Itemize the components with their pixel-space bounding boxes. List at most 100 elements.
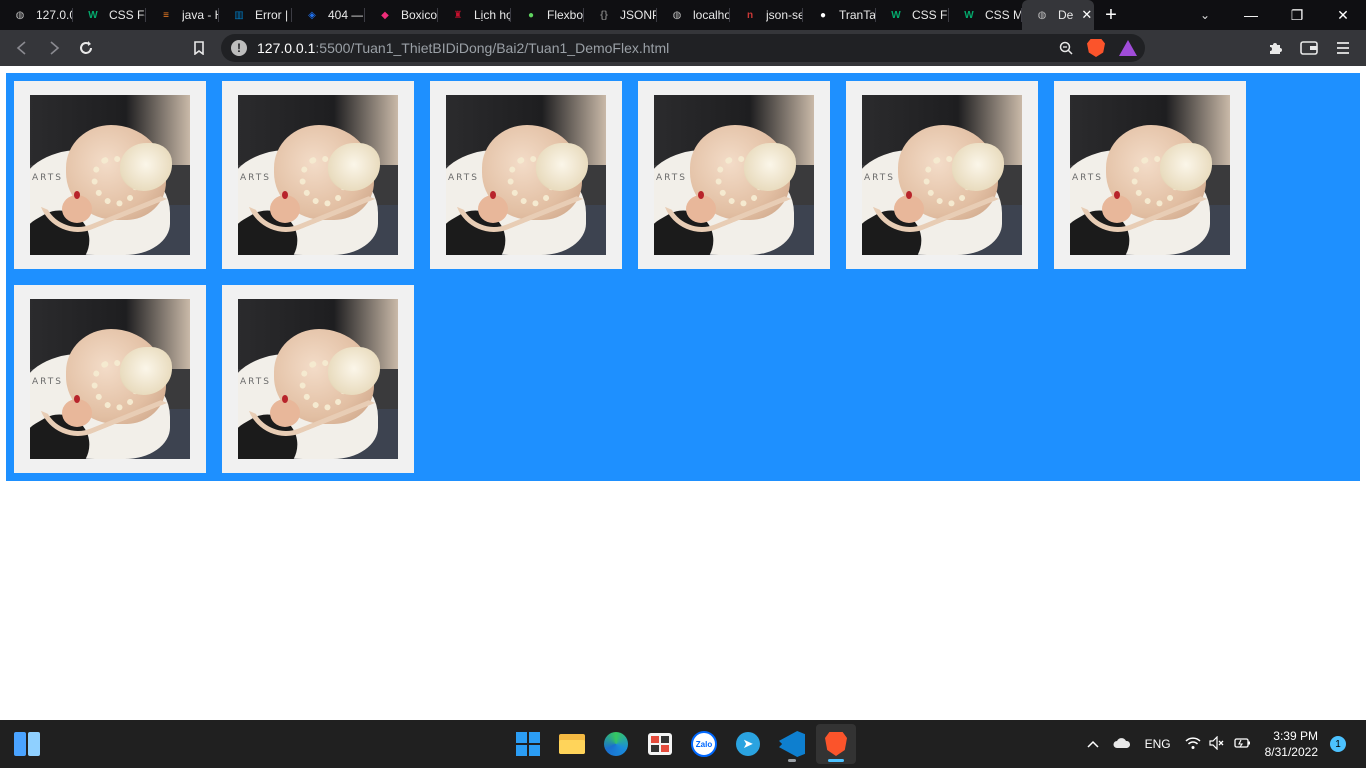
tiles-app-button[interactable]	[640, 724, 680, 764]
browser-tab[interactable]: ▥ Error |	[219, 0, 292, 30]
trello-icon: ▥	[234, 9, 244, 21]
browser-tab[interactable]: ♜ Lịch họ	[438, 0, 511, 30]
w3schools-icon: W	[88, 9, 98, 21]
tab-title: 404 —	[328, 8, 364, 22]
widgets-icon[interactable]	[14, 732, 42, 756]
new-tab-button[interactable]: +	[1094, 0, 1128, 30]
brave-button[interactable]	[816, 724, 856, 764]
product-image: ARTS	[238, 95, 398, 255]
file-explorer-button[interactable]	[552, 724, 592, 764]
browser-tab[interactable]: W CSS Fle	[876, 0, 949, 30]
product-image: ARTS	[30, 95, 190, 255]
start-button[interactable]	[508, 724, 548, 764]
product-image: ARTS	[446, 95, 606, 255]
frog-icon: ●	[527, 9, 535, 21]
reload-button[interactable]	[70, 32, 102, 64]
browser-tab[interactable]: n json-se	[730, 0, 803, 30]
photo-text: ARTS	[656, 173, 687, 183]
extensions-icon[interactable]	[1258, 30, 1292, 66]
tab-title: Lịch họ	[474, 8, 511, 22]
active-indicator	[828, 759, 844, 762]
site-info-icon[interactable]: !	[231, 40, 247, 56]
tab-title: CSS Fo	[109, 8, 146, 22]
window-controls: — ❐ ✕	[1228, 0, 1366, 30]
clock-time: 3:39 PM	[1273, 729, 1318, 743]
notification-badge[interactable]: 1	[1330, 736, 1346, 752]
telegram-button[interactable]: ➤	[728, 724, 768, 764]
edge-button[interactable]	[596, 724, 636, 764]
browser-tab[interactable]: ◆ Boxico	[365, 0, 438, 30]
tab-title: CSS M	[985, 8, 1022, 22]
w3schools-icon: W	[964, 9, 974, 21]
tab-title: De	[1058, 8, 1074, 22]
close-tab-icon[interactable]: ✕	[1081, 7, 1092, 23]
minimize-button[interactable]: —	[1228, 0, 1274, 30]
jsonplaceholder-icon: {}	[600, 9, 608, 21]
tab-title: TranTar	[839, 8, 876, 22]
wifi-icon[interactable]	[1185, 736, 1201, 753]
onedrive-icon[interactable]	[1113, 737, 1131, 752]
brave-rewards-icon[interactable]	[1119, 40, 1137, 56]
tab-search-button[interactable]: ⌄	[1190, 0, 1220, 30]
brave-shields-icon[interactable]	[1087, 39, 1105, 57]
tab-title: JSONP	[620, 8, 657, 22]
windows-taskbar: Zalo ➤ ENG 3:39 PM 8/31/2022 1	[0, 720, 1366, 768]
zalo-button[interactable]: Zalo	[684, 724, 724, 764]
photo-text: ARTS	[32, 377, 63, 387]
battery-icon[interactable]	[1233, 737, 1251, 752]
boxicons-icon: ◆	[381, 9, 389, 21]
restore-button[interactable]: ❐	[1274, 0, 1320, 30]
language-indicator[interactable]: ENG	[1145, 737, 1171, 751]
browser-tab[interactable]: ◈ 404 —	[292, 0, 365, 30]
browser-tab[interactable]: W CSS Fo	[73, 0, 146, 30]
github-icon: ●	[819, 9, 827, 21]
back-button[interactable]	[6, 32, 38, 64]
browser-tab[interactable]: ◍ De ✕	[1022, 0, 1094, 30]
browser-tab[interactable]: ◍ 127.0.0	[0, 0, 73, 30]
globe-icon: ◍	[1037, 9, 1047, 21]
browser-tab[interactable]: ● Flexbo	[511, 0, 584, 30]
folder-icon	[559, 734, 585, 754]
flex-item: ARTS	[14, 81, 206, 269]
flex-item: ARTS	[1054, 81, 1246, 269]
vscode-button[interactable]	[772, 724, 812, 764]
browser-tab[interactable]: ● TranTar	[803, 0, 876, 30]
zoom-icon[interactable]	[1059, 41, 1073, 55]
menu-icon[interactable]	[1326, 30, 1360, 66]
telegram-icon: ➤	[736, 732, 760, 756]
clock[interactable]: 3:39 PM 8/31/2022	[1265, 728, 1318, 760]
tab-title: Flexbo	[547, 8, 584, 22]
chevron-up-icon	[1087, 740, 1099, 748]
clock-date: 8/31/2022	[1264, 745, 1318, 759]
product-image: ARTS	[862, 95, 1022, 255]
browser-tab[interactable]: W CSS M	[949, 0, 1022, 30]
browser-tab-strip: ◍ 127.0.0 W CSS Fo ≡ java - H ▥ Error | ◈ 404 — ◆ B…	[0, 0, 1366, 30]
wallet-icon[interactable]	[1292, 30, 1326, 66]
flex-item: ARTS	[846, 81, 1038, 269]
globe-icon: ◍	[672, 9, 682, 21]
forward-button[interactable]	[38, 32, 70, 64]
browser-tab[interactable]: ◍ localho	[657, 0, 730, 30]
tab-title: 127.0.0	[36, 8, 73, 22]
tab-title: Error |	[255, 8, 289, 22]
bookmark-icon	[194, 41, 204, 55]
forward-arrow-icon	[50, 41, 60, 55]
windows-logo-icon	[516, 732, 540, 756]
close-window-button[interactable]: ✕	[1320, 0, 1366, 30]
url-text[interactable]: 127.0.0.1:5500/Tuan1_ThietBIDiDong/Bai2/…	[257, 40, 669, 56]
address-bar[interactable]: ! 127.0.0.1:5500/Tuan1_ThietBIDiDong/Bai…	[221, 34, 1145, 62]
edge-icon	[604, 732, 628, 756]
show-hidden-icons[interactable]	[1087, 737, 1099, 751]
bookmark-button[interactable]	[183, 32, 215, 64]
browser-tab[interactable]: ≡ java - H	[146, 0, 219, 30]
page-viewport: ARTS ARTS ARTS ARTS ARTS ARTS ARTS ARTS	[0, 66, 1366, 720]
flex-item: ARTS	[222, 285, 414, 473]
tiles-icon	[648, 733, 672, 755]
back-arrow-icon	[16, 41, 26, 55]
university-icon: ♜	[453, 9, 463, 21]
browser-toolbar: ! 127.0.0.1:5500/Tuan1_ThietBIDiDong/Bai…	[0, 30, 1366, 66]
stackoverflow-icon: ≡	[163, 9, 169, 21]
taskbar-apps: Zalo ➤	[508, 724, 856, 764]
browser-tab[interactable]: {} JSONP	[584, 0, 657, 30]
volume-muted-icon[interactable]	[1209, 735, 1225, 753]
